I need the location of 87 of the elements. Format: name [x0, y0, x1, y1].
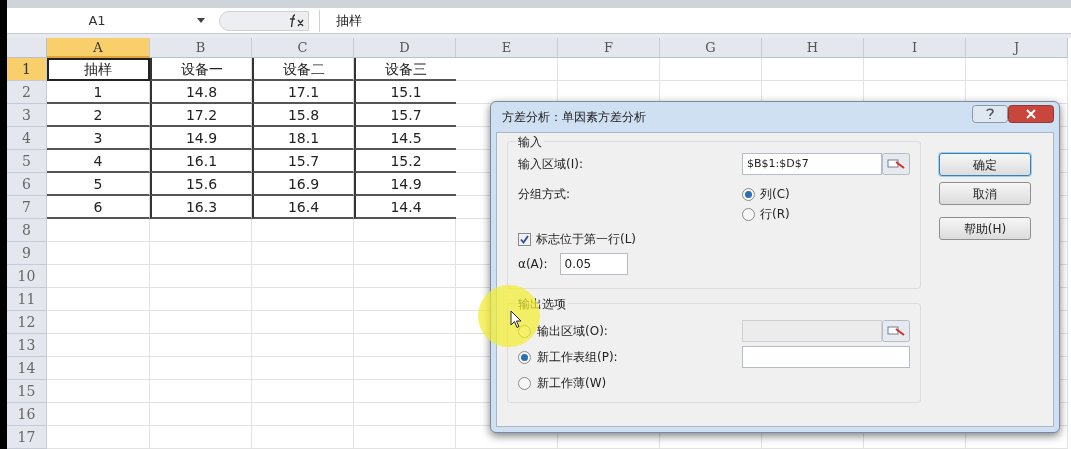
- table-cell: 15.8: [252, 104, 354, 127]
- table-cell: 15.1: [354, 81, 456, 104]
- row-header[interactable]: 15: [7, 380, 47, 403]
- column-header[interactable]: G: [660, 38, 762, 58]
- dialog-title: 方差分析：单因素方差分析: [501, 109, 646, 126]
- row-header[interactable]: 9: [7, 242, 47, 265]
- checkbox[interactable]: [518, 232, 531, 246]
- row-header[interactable]: 16: [7, 403, 47, 426]
- row-header[interactable]: 11: [7, 288, 47, 311]
- row-header[interactable]: 5: [7, 150, 47, 173]
- table-cell: 16.1: [150, 150, 252, 173]
- radio-button[interactable]: [518, 376, 531, 390]
- table-cell: 14.9: [354, 173, 456, 196]
- range-picker-icon[interactable]: [882, 320, 910, 342]
- table-cell: 14.5: [354, 127, 456, 150]
- table-cell: 15.7: [252, 150, 354, 173]
- row-header[interactable]: 14: [7, 357, 47, 380]
- table-cell: 17.2: [150, 104, 252, 127]
- dropdown-icon[interactable]: [197, 18, 205, 23]
- row-header[interactable]: 2: [7, 81, 47, 104]
- column-header[interactable]: A: [47, 38, 150, 58]
- column-header[interactable]: J: [966, 38, 1068, 58]
- table-cell: 4: [47, 150, 150, 173]
- input-field[interactable]: [742, 346, 910, 368]
- column-header[interactable]: H: [762, 38, 864, 58]
- row-header[interactable]: 6: [7, 173, 47, 196]
- input-field[interactable]: 0.05: [559, 253, 628, 275]
- table-cell: 14.8: [150, 81, 252, 104]
- table-cell: 3: [47, 127, 150, 150]
- table-cell: 5: [47, 173, 150, 196]
- table-cell: 17.1: [252, 81, 354, 104]
- close-icon[interactable]: [1008, 105, 1054, 123]
- row-header[interactable]: 4: [7, 127, 47, 150]
- table-cell: 15.7: [354, 104, 456, 127]
- table-cell: 14.9: [150, 127, 252, 150]
- radio-label[interactable]: 列(C): [760, 185, 790, 203]
- column-header[interactable]: I: [864, 38, 966, 58]
- table-cell: 设备二: [252, 58, 354, 81]
- table-cell: 2: [47, 104, 150, 127]
- dialog-button[interactable]: 确定: [939, 153, 1031, 176]
- table-cell: 设备一: [150, 58, 252, 81]
- column-header[interactable]: D: [354, 38, 456, 58]
- radio-button[interactable]: [518, 350, 531, 364]
- table-cell: 抽样: [47, 58, 150, 81]
- radio-button[interactable]: [742, 207, 755, 221]
- row-header[interactable]: 12: [7, 311, 47, 334]
- radio-button[interactable]: [742, 187, 755, 201]
- radio-label[interactable]: 新工作薄(W): [537, 374, 607, 392]
- table-cell: 设备三: [354, 58, 456, 81]
- field-label: α(A):: [518, 256, 548, 273]
- row-header[interactable]: 17: [7, 426, 47, 449]
- input-field[interactable]: [742, 320, 882, 342]
- radio-label[interactable]: 行(R): [760, 205, 790, 223]
- row-header[interactable]: 13: [7, 334, 47, 357]
- row-header[interactable]: 7: [7, 196, 47, 219]
- table-cell: 14.4: [354, 196, 456, 219]
- field-label: 输入区域(I):: [518, 156, 583, 173]
- row-header[interactable]: 3: [7, 104, 47, 127]
- column-header[interactable]: B: [150, 38, 252, 58]
- range-picker-icon[interactable]: [882, 153, 910, 175]
- table-cell: 6: [47, 196, 150, 219]
- field-label: 分组方式:: [518, 186, 571, 203]
- function-icon[interactable]: [289, 13, 305, 28]
- radio-label[interactable]: 输出区域(O):: [537, 322, 608, 340]
- table-cell: 15.2: [354, 150, 456, 173]
- table-cell: 16.3: [150, 196, 252, 219]
- table-cell: 1: [47, 81, 150, 104]
- group-title: 输入: [516, 133, 544, 151]
- checkbox-label[interactable]: 标志位于第一行(L): [536, 230, 637, 248]
- row-header[interactable]: 1: [7, 58, 47, 81]
- table-cell: 16.4: [252, 196, 354, 219]
- row-header[interactable]: 8: [7, 219, 47, 242]
- formula-input[interactable]: 抽样: [319, 9, 1071, 32]
- column-header[interactable]: F: [558, 38, 660, 58]
- dialog-button[interactable]: 帮助(H): [939, 217, 1031, 240]
- table-cell: 15.6: [150, 173, 252, 196]
- help-icon[interactable]: [972, 105, 1008, 123]
- dialog-button[interactable]: 取消: [939, 182, 1031, 205]
- column-header[interactable]: C: [252, 38, 354, 58]
- name-box[interactable]: A1: [7, 9, 217, 32]
- table-cell: 16.9: [252, 173, 354, 196]
- mouse-pointer-icon: [510, 310, 522, 329]
- row-header[interactable]: 10: [7, 265, 47, 288]
- table-cell: 18.1: [252, 127, 354, 150]
- column-header[interactable]: E: [456, 38, 558, 58]
- input-field[interactable]: $B$1:$D$7: [742, 153, 882, 175]
- radio-label[interactable]: 新工作表组(P):: [537, 348, 618, 366]
